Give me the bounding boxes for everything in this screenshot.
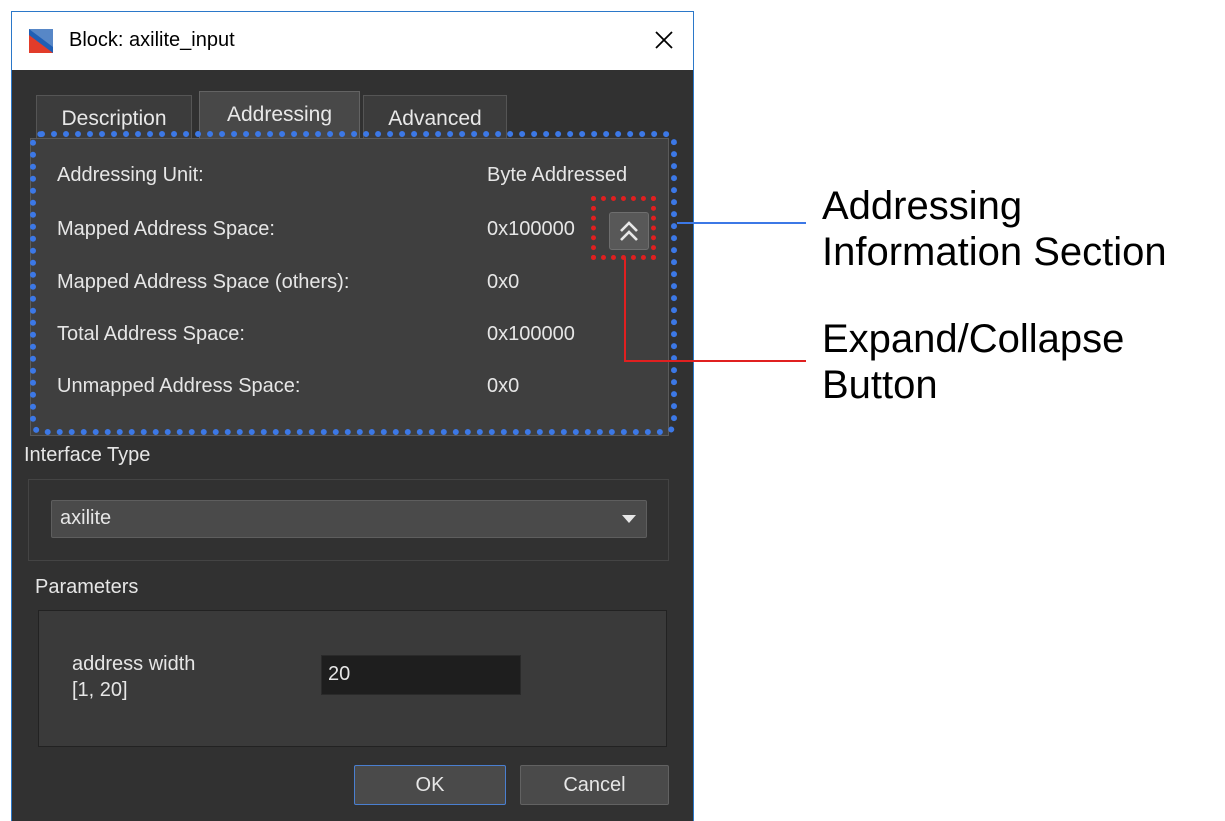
section-callout-line2: Information Section — [822, 230, 1167, 274]
button-callout-line1: Expand/Collapse — [822, 317, 1125, 361]
button-callout-line — [624, 258, 806, 362]
expand-button-callout: Expand/Collapse Button — [822, 316, 1124, 408]
section-callout-line1: Addressing — [822, 184, 1023, 228]
addressing-section-callout: Addressing Information Section — [822, 183, 1167, 275]
button-callout-line2: Button — [822, 363, 938, 407]
callout-lines — [624, 222, 806, 362]
